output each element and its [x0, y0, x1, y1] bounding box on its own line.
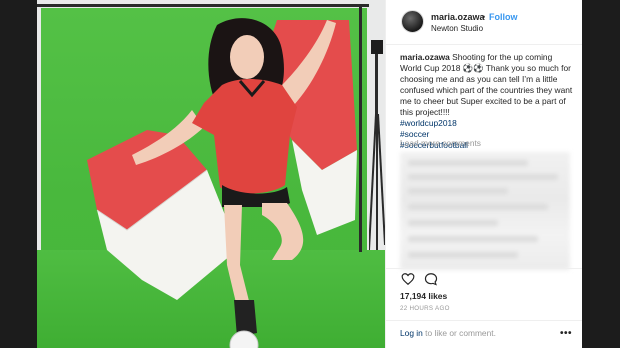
post-location[interactable]: Newton Studio: [431, 24, 483, 33]
footer-divider: [386, 320, 582, 321]
like-count[interactable]: 17,194 likes: [400, 291, 447, 301]
post-timestamp[interactable]: 22 HOURS AGO: [400, 305, 450, 312]
login-prompt-suffix: to like or comment.: [422, 328, 496, 338]
load-more-comments-link[interactable]: Load more comments: [400, 138, 481, 148]
follow-button[interactable]: Follow: [489, 12, 518, 22]
hashtag-worldcup2018[interactable]: #worldcup2018: [400, 118, 576, 129]
author-username[interactable]: maria.ozawa: [431, 12, 485, 22]
profile-avatar[interactable]: [401, 10, 424, 33]
backdrop-stand: [359, 6, 362, 252]
header-separator: •: [482, 12, 486, 22]
more-options-button[interactable]: •••: [560, 328, 572, 339]
instagram-embed: maria.ozawa • Follow Newton Studio maria…: [37, 0, 582, 348]
login-link[interactable]: Log in: [400, 328, 423, 338]
camera-tripod: [369, 40, 385, 250]
heart-icon[interactable]: [401, 272, 415, 286]
caption-username[interactable]: maria.ozawa: [400, 52, 450, 62]
login-prompt: Log in to like or comment.: [400, 328, 496, 338]
post-sidebar: maria.ozawa • Follow Newton Studio maria…: [385, 0, 582, 348]
actions-divider: [386, 268, 582, 269]
blurred-comments: [400, 152, 570, 270]
backdrop-bar: [37, 4, 369, 7]
comment-icon[interactable]: [424, 272, 438, 286]
post-caption: maria.ozawa Shooting for the up coming W…: [400, 52, 576, 151]
model-in-jersey: [132, 18, 336, 348]
post-header: maria.ozawa • Follow Newton Studio: [386, 0, 582, 45]
post-photo[interactable]: [37, 0, 385, 348]
